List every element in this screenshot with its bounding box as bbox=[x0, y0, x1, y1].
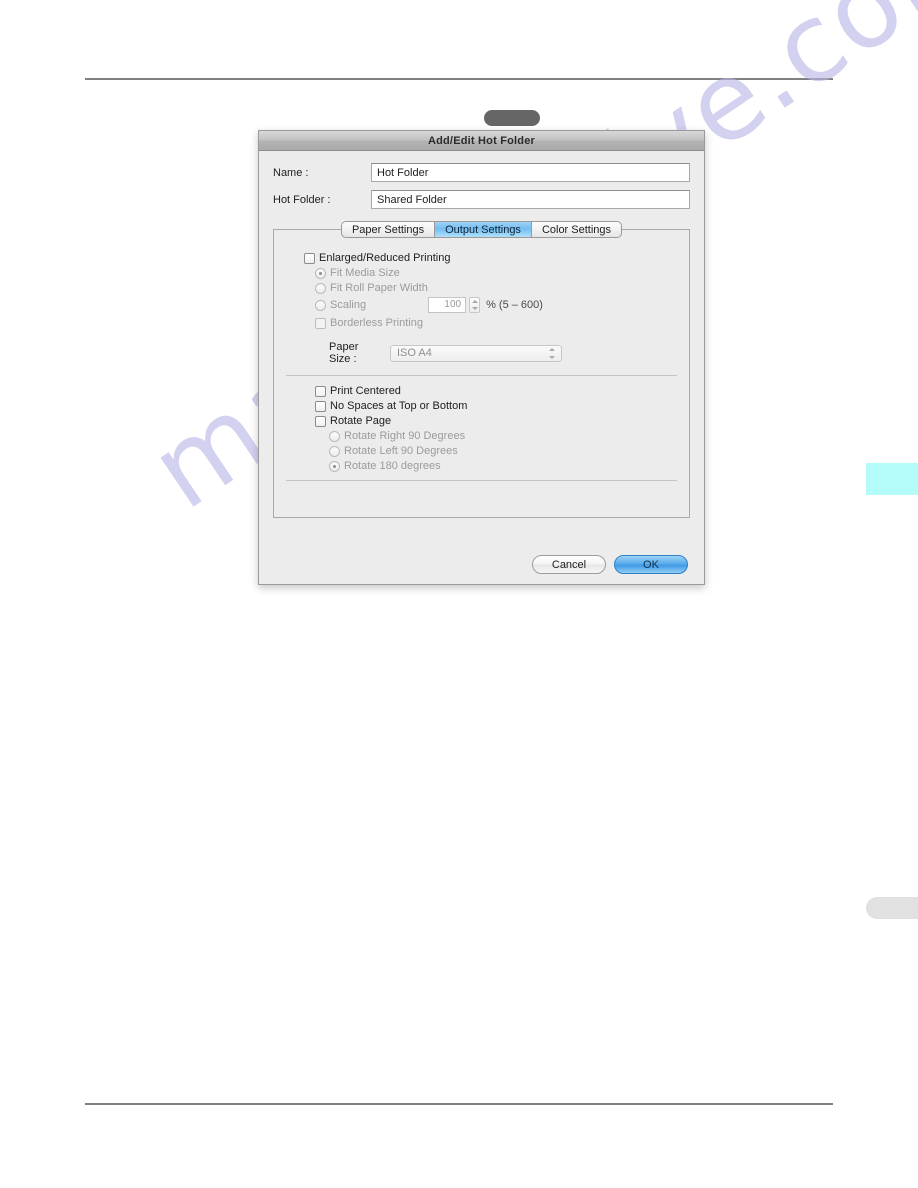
borderless-printing-row[interactable]: Borderless Printing bbox=[274, 317, 689, 329]
no-spaces-top-bottom-row[interactable]: No Spaces at Top or Bottom bbox=[274, 400, 689, 412]
radio-icon[interactable] bbox=[329, 430, 340, 442]
checkbox-icon[interactable] bbox=[315, 415, 326, 427]
rotate-left-90-row[interactable]: Rotate Left 90 Degrees bbox=[274, 445, 689, 457]
add-edit-hot-folder-dialog: Add/Edit Hot Folder Name : Hot Folder Ho… bbox=[258, 130, 705, 585]
stepper-up-arrow-icon[interactable] bbox=[471, 300, 478, 303]
chevron-down-icon bbox=[548, 355, 555, 359]
radio-icon[interactable] bbox=[315, 299, 326, 311]
page-footer-rule bbox=[85, 1103, 833, 1105]
enlarged-reduced-printing-label: Enlarged/Reduced Printing bbox=[319, 252, 451, 264]
cancel-button[interactable]: Cancel bbox=[532, 555, 606, 574]
fit-roll-paper-width-row[interactable]: Fit Roll Paper Width bbox=[274, 282, 689, 294]
scaling-input[interactable]: 100 bbox=[428, 297, 467, 313]
stepper-down-arrow-icon[interactable] bbox=[471, 307, 478, 310]
checkbox-icon[interactable] bbox=[304, 252, 315, 264]
scaling-range-label: % (5 – 600) bbox=[486, 299, 543, 311]
page-edge-marker-cyan bbox=[866, 463, 918, 495]
scaling-label: Scaling bbox=[330, 299, 367, 311]
checkbox-icon[interactable] bbox=[315, 400, 326, 412]
radio-icon[interactable] bbox=[329, 460, 340, 472]
rotate-right-90-row[interactable]: Rotate Right 90 Degrees bbox=[274, 430, 689, 442]
radio-icon[interactable] bbox=[315, 267, 326, 279]
no-spaces-top-bottom-label: No Spaces at Top or Bottom bbox=[330, 400, 468, 412]
tab-color-settings[interactable]: Color Settings bbox=[531, 221, 623, 238]
rotate-page-row[interactable]: Rotate Page bbox=[274, 415, 689, 427]
checkbox-icon[interactable] bbox=[315, 317, 326, 329]
hot-folder-input[interactable]: Shared Folder bbox=[371, 190, 690, 209]
enlarged-reduced-printing-row[interactable]: Enlarged/Reduced Printing bbox=[274, 252, 689, 264]
dialog-titlebar: Add/Edit Hot Folder bbox=[259, 131, 704, 151]
tab-strip: Paper Settings Output Settings Color Set… bbox=[273, 221, 690, 238]
paper-size-label: Paper Size : bbox=[329, 341, 359, 365]
rotate-page-label: Rotate Page bbox=[330, 415, 392, 427]
redaction-pill bbox=[484, 110, 540, 126]
scaling-row[interactable]: Scaling 100 % (5 – 600) bbox=[274, 297, 689, 313]
paper-size-dropdown[interactable]: ISO A4 bbox=[390, 344, 562, 362]
dialog-body: Name : Hot Folder Hot Folder : Shared Fo… bbox=[259, 151, 704, 518]
name-label: Name : bbox=[273, 166, 309, 179]
page-edge-marker-gray bbox=[866, 897, 918, 919]
dropdown-arrows-icon bbox=[546, 345, 557, 361]
page-header-rule bbox=[85, 78, 833, 80]
scaling-stepper[interactable] bbox=[469, 297, 481, 313]
fit-media-size-row[interactable]: Fit Media Size bbox=[274, 267, 689, 279]
name-row: Name : Hot Folder bbox=[273, 163, 690, 182]
rotate-right-90-label: Rotate Right 90 Degrees bbox=[344, 430, 466, 442]
rotate-left-90-label: Rotate Left 90 Degrees bbox=[344, 445, 458, 457]
tab-paper-settings[interactable]: Paper Settings bbox=[340, 221, 436, 238]
panel-divider-lower bbox=[286, 480, 677, 481]
paper-size-value: ISO A4 bbox=[397, 347, 432, 359]
rotate-180-label: Rotate 180 degrees bbox=[344, 460, 441, 472]
dialog-footer: Cancel OK bbox=[532, 555, 688, 574]
name-input[interactable]: Hot Folder bbox=[371, 163, 690, 182]
chevron-up-icon bbox=[548, 347, 555, 351]
output-settings-panel: Enlarged/Reduced Printing Fit Media Size… bbox=[273, 229, 690, 518]
hot-folder-row: Hot Folder : Shared Folder bbox=[273, 190, 690, 209]
dialog-title: Add/Edit Hot Folder bbox=[427, 134, 536, 147]
rotate-180-row[interactable]: Rotate 180 degrees bbox=[274, 460, 689, 472]
radio-icon[interactable] bbox=[329, 445, 340, 457]
ok-button[interactable]: OK bbox=[614, 555, 688, 574]
radio-icon[interactable] bbox=[315, 282, 326, 294]
hot-folder-label: Hot Folder : bbox=[273, 193, 331, 206]
print-centered-row[interactable]: Print Centered bbox=[274, 385, 689, 397]
panel-divider-upper bbox=[286, 375, 677, 376]
checkbox-icon[interactable] bbox=[315, 385, 326, 397]
print-centered-label: Print Centered bbox=[330, 385, 401, 397]
tab-area: Paper Settings Output Settings Color Set… bbox=[273, 221, 690, 518]
paper-size-row: Paper Size : ISO A4 bbox=[274, 341, 689, 365]
fit-media-size-label: Fit Media Size bbox=[330, 267, 400, 279]
borderless-printing-label: Borderless Printing bbox=[330, 317, 423, 329]
fit-roll-paper-width-label: Fit Roll Paper Width bbox=[330, 282, 428, 294]
tab-output-settings[interactable]: Output Settings bbox=[435, 221, 532, 238]
